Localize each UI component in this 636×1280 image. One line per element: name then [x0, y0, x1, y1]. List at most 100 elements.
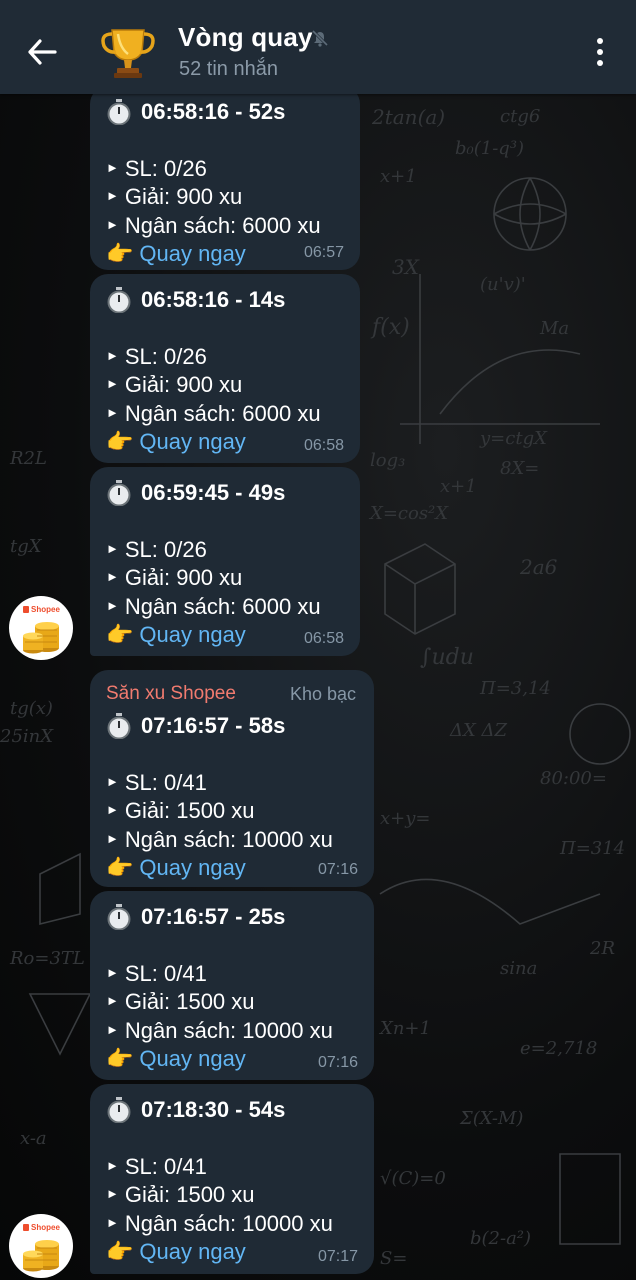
message-time: 06:57: [303, 244, 344, 261]
trophy-icon: [101, 29, 155, 78]
triangle-bullet-icon: ►: [106, 569, 119, 584]
budget-text: Ngân sách: 6000 xu: [124, 593, 321, 619]
spin-now-link[interactable]: Quay ngay: [139, 1045, 245, 1074]
pointing-hand-icon: 👉: [106, 1046, 134, 1071]
svg-text:b₀(1-q³): b₀(1-q³): [455, 138, 524, 159]
svg-text:x-a: x-a: [20, 1128, 47, 1149]
stopwatch-icon: [106, 480, 132, 507]
svg-text:x+1: x+1: [380, 166, 417, 187]
svg-text:(u'v)': (u'v)': [480, 274, 526, 295]
timer-text: 06:59:45 - 49s: [141, 480, 286, 505]
message-bubble[interactable]: 07:18:30 - 54s ► SL: 0/41 ► Giải: 1500 xu …: [90, 1084, 374, 1274]
timer-text: 07:16:57 - 58s: [141, 713, 286, 738]
pointing-hand-icon: 👉: [106, 622, 134, 647]
svg-text:R2L: R2L: [9, 448, 47, 469]
quantity-text: SL: 0/41: [124, 960, 207, 986]
sender-avatar[interactable]: Shopee: [9, 1214, 73, 1278]
stopwatch-icon: [106, 287, 132, 314]
svg-text:3X: 3X: [392, 255, 420, 279]
triangle-bullet-icon: ►: [106, 1157, 119, 1173]
svg-text:b(2-a²): b(2-a²): [470, 1228, 531, 1249]
prize-text: Giải: 900 xu: [124, 184, 243, 209]
svg-text:25inX: 25inX: [0, 726, 54, 747]
back-button[interactable]: [22, 32, 62, 72]
more-menu-button[interactable]: [586, 34, 614, 70]
svg-text:sina: sina: [500, 958, 537, 979]
triangle-bullet-icon: ►: [106, 540, 119, 556]
svg-text:80:00=: 80:00=: [540, 768, 607, 789]
triangle-bullet-icon: ►: [106, 347, 119, 363]
pointing-hand-icon: 👉: [106, 429, 134, 454]
spin-now-link[interactable]: Quay ngay: [139, 854, 245, 883]
stopwatch-icon: [106, 99, 132, 126]
svg-text:S=: S=: [380, 1248, 407, 1269]
triangle-bullet-icon: ►: [106, 1214, 119, 1230]
message-time: 07:16: [317, 861, 358, 878]
stopwatch-icon: [106, 1097, 132, 1124]
svg-text:log₃: log₃: [370, 450, 405, 471]
svg-text:ΔX ΔZ: ΔX ΔZ: [449, 720, 508, 741]
sender-title-badge: Kho bạc: [289, 683, 356, 704]
pointing-hand-icon: 👉: [106, 855, 134, 880]
svg-text:x+y=: x+y=: [380, 808, 430, 829]
svg-text:Σ(X-M): Σ(X-M): [459, 1108, 523, 1129]
svg-text:Π=3,14: Π=3,14: [479, 678, 551, 699]
quantity-text: SL: 0/41: [124, 769, 207, 795]
sender-avatar[interactable]: Shopee: [9, 596, 73, 660]
prize-text: Giải: 900 xu: [124, 372, 243, 397]
message-count: 52 tin nhắn: [179, 58, 278, 80]
quantity-text: SL: 0/26: [124, 536, 207, 562]
message-time: 07:16: [317, 1054, 358, 1071]
triangle-bullet-icon: ►: [106, 773, 119, 789]
quantity-text: SL: 0/26: [124, 155, 207, 181]
stopwatch-icon: [106, 904, 132, 931]
triangle-bullet-icon: ►: [106, 1186, 119, 1201]
svg-text:Xn+1: Xn+1: [378, 1018, 431, 1039]
message-bubble[interactable]: 06:58:16 - 52s ► SL: 0/26 ► Giải: 900 xu ►…: [90, 86, 360, 270]
triangle-bullet-icon: ►: [106, 1021, 119, 1037]
svg-text:Ro=3TL: Ro=3TL: [9, 948, 85, 969]
spin-now-link[interactable]: Quay ngay: [139, 240, 245, 269]
sender-row: Săn xu Shopee Kho bạc: [106, 680, 356, 708]
message-bubble[interactable]: 06:58:16 - 14s ► SL: 0/26 ► Giải: 900 xu ►…: [90, 274, 360, 463]
triangle-bullet-icon: ►: [106, 404, 119, 420]
message-bubble[interactable]: Săn xu Shopee Kho bạc 07:16:57 - 58s ► SL…: [90, 670, 374, 887]
pointing-hand-icon: 👉: [106, 1239, 134, 1264]
arrow-left-icon: [28, 39, 57, 65]
chat-avatar[interactable]: [98, 20, 158, 80]
triangle-bullet-icon: ►: [106, 802, 119, 817]
svg-text:2a6: 2a6: [519, 555, 558, 579]
budget-text: Ngân sách: 10000 xu: [124, 1017, 333, 1043]
svg-text:f(x): f(x): [370, 315, 410, 340]
spin-now-link[interactable]: Quay ngay: [139, 428, 245, 457]
svg-text:2R: 2R: [589, 938, 615, 959]
quantity-text: SL: 0/41: [124, 1153, 207, 1179]
timer-text: 06:58:16 - 52s: [141, 99, 286, 124]
triangle-bullet-icon: ►: [106, 159, 119, 175]
sender-name[interactable]: Săn xu Shopee: [106, 683, 236, 705]
spin-now-link[interactable]: Quay ngay: [139, 1238, 245, 1267]
message-time: 06:58: [303, 437, 344, 454]
triangle-bullet-icon: ►: [106, 216, 119, 232]
svg-text:y=ctgX: y=ctgX: [479, 428, 548, 449]
chat-title: Vòng quay: [178, 22, 313, 52]
quantity-text: SL: 0/26: [124, 343, 207, 369]
spin-now-link[interactable]: Quay ngay: [139, 621, 245, 650]
triangle-bullet-icon: ►: [106, 376, 119, 391]
prize-text: Giải: 1500 xu: [124, 989, 255, 1014]
svg-text:8X=: 8X=: [500, 458, 539, 479]
message-time: 06:58: [303, 630, 344, 647]
triangle-bullet-icon: ►: [106, 597, 119, 613]
prize-text: Giải: 1500 xu: [124, 798, 255, 823]
svg-text:tgX: tgX: [10, 536, 43, 557]
pointing-hand-icon: 👉: [106, 241, 134, 266]
svg-text:X=cos²X: X=cos²X: [368, 503, 449, 524]
budget-text: Ngân sách: 10000 xu: [124, 1210, 333, 1236]
message-bubble[interactable]: 07:16:57 - 25s ► SL: 0/41 ► Giải: 1500 xu …: [90, 891, 374, 1080]
stopwatch-icon: [106, 713, 132, 740]
budget-text: Ngân sách: 6000 xu: [124, 212, 321, 238]
triangle-bullet-icon: ►: [106, 188, 119, 203]
budget-text: Ngân sách: 6000 xu: [124, 400, 321, 426]
svg-text:tg(x): tg(x): [10, 698, 53, 719]
message-bubble[interactable]: 06:59:45 - 49s ► SL: 0/26 ► Giải: 900 xu ►…: [90, 467, 360, 656]
